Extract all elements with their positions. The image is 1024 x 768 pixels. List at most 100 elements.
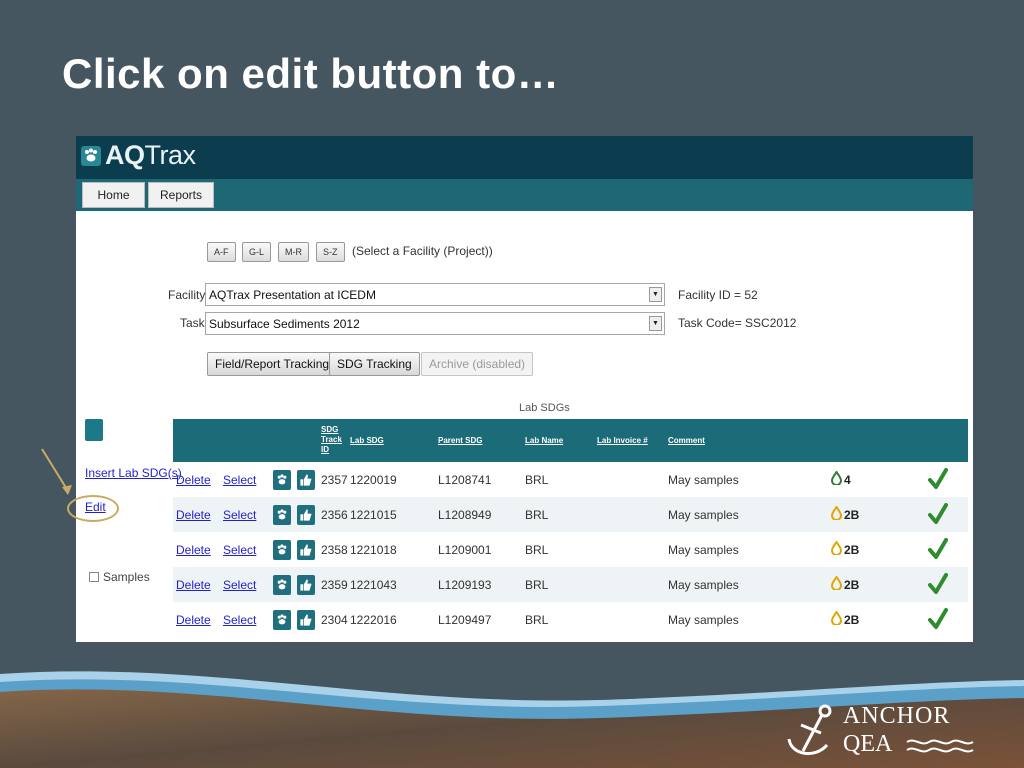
insert-lab-sdg-link[interactable]: Insert Lab SDG(s) [85, 466, 182, 480]
lab-sdg: 1221043 [350, 578, 397, 592]
nav-bar: Home Reports [76, 179, 973, 211]
samples-label: Samples [103, 570, 150, 584]
comment: May samples [668, 613, 739, 627]
status-badge: 2B [844, 508, 860, 522]
parent-sdg: L1209193 [438, 578, 492, 592]
task-select-value: Subsurface Sediments 2012 [209, 317, 360, 331]
comment: May samples [668, 473, 739, 487]
select-link[interactable]: Select [223, 578, 256, 592]
table-row: Delete Select 2356 1221015 L1208949 BRL May sa… [173, 497, 968, 532]
anchor-qea-logo: ANCHOR QEA [785, 703, 985, 763]
parent-sdg: L1209001 [438, 543, 492, 557]
parent-sdg: L1209497 [438, 613, 492, 627]
chevron-down-icon: ▼ [649, 287, 662, 302]
thumbs-up-icon[interactable] [297, 540, 315, 560]
select-link[interactable]: Select [223, 473, 256, 487]
sdg-track-id: 2358 [321, 543, 348, 557]
sdg-track-id: 2304 [321, 613, 348, 627]
table-row: Delete Select 2359 1221043 L1209193 BRL May sa… [173, 567, 968, 602]
app-title: AQTrax [105, 140, 196, 170]
select-link[interactable]: Select [223, 543, 256, 557]
status-badge: 2B [844, 613, 860, 627]
paw-icon[interactable] [273, 540, 291, 560]
lab-name: BRL [525, 543, 549, 557]
checkmark-icon [928, 573, 948, 594]
status-badge: 2B [844, 578, 860, 592]
facility-id: Facility ID = 52 [678, 288, 758, 302]
paw-icon [81, 145, 101, 166]
status-drop-icon [831, 576, 842, 590]
status-drop-icon [831, 611, 842, 625]
lab-name: BRL [525, 473, 549, 487]
header-lab-invoice[interactable]: Lab Invoice # [597, 436, 648, 446]
anchor-icon [787, 704, 832, 755]
lab-sdg: 1221018 [350, 543, 397, 557]
sdg-tracking-button[interactable]: SDG Tracking [329, 352, 420, 376]
nav-reports-button[interactable]: Reports [148, 182, 214, 208]
comment: May samples [668, 578, 739, 592]
facility-select[interactable]: AQTrax Presentation at ICEDM ▼ [205, 283, 665, 306]
filter-m-r-button[interactable]: M-R [278, 242, 309, 262]
comment: May samples [668, 508, 739, 522]
delete-link[interactable]: Delete [176, 473, 211, 487]
select-facility-hint: (Select a Facility (Project)) [352, 244, 493, 258]
table-row: Delete Select 2357 1220019 L1208741 BRL May sa… [173, 462, 968, 497]
paw-icon[interactable] [273, 610, 291, 630]
thumbs-up-icon[interactable] [297, 470, 315, 490]
aqtrax-logo: AQTrax [81, 140, 196, 171]
header-lab-sdg[interactable]: Lab SDG [350, 436, 384, 446]
select-link[interactable]: Select [223, 613, 256, 627]
thumbs-up-icon[interactable] [297, 575, 315, 595]
lab-sdgs-title: Lab SDGs [519, 402, 570, 414]
header-parent-sdg[interactable]: Parent SDG [438, 436, 482, 446]
field-report-tracking-button[interactable]: Field/Report Tracking [207, 352, 338, 376]
lab-name: BRL [525, 578, 549, 592]
waves-icon [906, 739, 974, 753]
lab-name: BRL [525, 613, 549, 627]
document-icon[interactable] [85, 419, 103, 441]
status-drop-icon [831, 541, 842, 555]
delete-link[interactable]: Delete [176, 578, 211, 592]
delete-link[interactable]: Delete [176, 613, 211, 627]
lab-sdg: 1221015 [350, 508, 397, 522]
edit-highlight-circle [67, 495, 119, 522]
header-lab-name[interactable]: Lab Name [525, 436, 563, 446]
table-row: Delete Select 2358 1221018 L1209001 BRL May sa… [173, 532, 968, 567]
task-code: Task Code= SSC2012 [678, 316, 797, 330]
app-window: AQTrax Home Reports A-F G-L M-R S-Z (Sel… [76, 136, 973, 642]
checkmark-icon [928, 608, 948, 629]
nav-home-button[interactable]: Home [82, 182, 145, 208]
status-drop-icon [831, 471, 842, 485]
select-link[interactable]: Select [223, 508, 256, 522]
arrow-pointer-icon [41, 448, 72, 495]
checkmark-icon [928, 538, 948, 559]
archive-button: Archive (disabled) [421, 352, 534, 376]
table-row: Delete Select 2304 1222016 L1209497 BRL May sa… [173, 602, 968, 637]
paw-icon[interactable] [273, 505, 291, 525]
filter-a-f-button[interactable]: A-F [207, 242, 236, 262]
app-header: AQTrax [76, 136, 973, 179]
header-comment[interactable]: Comment [668, 436, 705, 446]
paw-icon[interactable] [273, 470, 291, 490]
lab-sdg: 1220019 [350, 473, 397, 487]
header-sdg-track-id[interactable]: SDG Track ID [321, 425, 342, 455]
thumbs-up-icon[interactable] [297, 505, 315, 525]
sdg-track-id: 2357 [321, 473, 348, 487]
task-label: Task: [180, 316, 209, 330]
delete-link[interactable]: Delete [176, 543, 211, 557]
thumbs-up-icon[interactable] [297, 610, 315, 630]
facility-select-value: AQTrax Presentation at ICEDM [209, 288, 376, 302]
facility-label: Facility: [168, 288, 209, 302]
samples-checkbox[interactable]: Samples [89, 570, 150, 584]
paw-icon[interactable] [273, 575, 291, 595]
delete-link[interactable]: Delete [176, 508, 211, 522]
lab-sdgs-table: SDG Track ID Lab SDG Parent SDG Lab Name L… [173, 419, 968, 637]
chevron-down-icon: ▼ [649, 316, 662, 331]
anchor-logo-line2: QEA [843, 731, 893, 757]
filter-s-z-button[interactable]: S-Z [316, 242, 345, 262]
checkbox-icon[interactable] [89, 572, 99, 582]
status-drop-icon [831, 506, 842, 520]
filter-g-l-button[interactable]: G-L [242, 242, 272, 262]
lab-sdg: 1222016 [350, 613, 397, 627]
task-select[interactable]: Subsurface Sediments 2012 ▼ [205, 312, 665, 335]
